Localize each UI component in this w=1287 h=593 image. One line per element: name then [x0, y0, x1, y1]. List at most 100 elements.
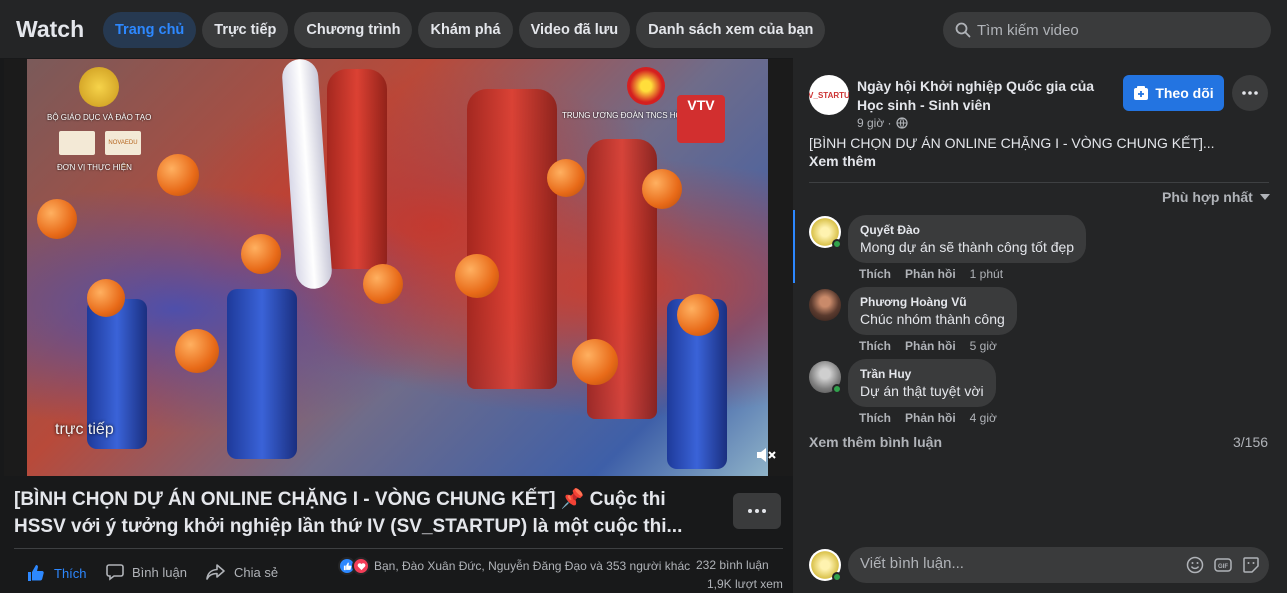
tab-home[interactable]: Trang chủ — [103, 12, 197, 48]
mute-icon[interactable] — [754, 443, 778, 467]
comment-time[interactable]: 4 giờ — [970, 411, 997, 425]
search-box[interactable] — [943, 12, 1271, 48]
comment-reply-button[interactable]: Phản hồi — [905, 267, 956, 281]
toy-ball — [241, 234, 281, 274]
follow-icon — [1134, 86, 1149, 100]
toy-ball — [547, 159, 585, 197]
love-reaction-icon — [352, 557, 370, 575]
comment-reply-button[interactable]: Phản hồi — [905, 411, 956, 425]
comment-composer[interactable]: GIF — [848, 547, 1269, 583]
comment-like-button[interactable]: Thích — [859, 411, 891, 425]
caret-down-icon — [1259, 194, 1270, 200]
comment-bubble: Quyết Đào Mong dự án sẽ thành công tốt đ… — [848, 215, 1087, 263]
video-more-button[interactable] — [733, 493, 781, 529]
toy-ball — [455, 254, 499, 298]
divider — [809, 182, 1269, 183]
post-text: [BÌNH CHỌN DỰ ÁN ONLINE CHẶNG I - VÒNG C… — [809, 135, 1215, 151]
sponsor-caption: ĐƠN VỊ THỰC HIỆN — [57, 163, 132, 172]
comment-text: Dự án thật tuyệt vời — [860, 383, 984, 399]
share-button[interactable]: Chia sẻ — [206, 563, 278, 581]
sticker-icon[interactable] — [1242, 556, 1260, 574]
comment-count[interactable]: 232 bình luận — [696, 558, 769, 572]
comment-author[interactable]: Phương Hoàng Vũ — [860, 294, 1005, 310]
comments-counter: 3/156 — [1233, 434, 1269, 450]
comment-reply-button[interactable]: Phản hồi — [905, 339, 956, 353]
more-icon — [1242, 91, 1258, 95]
video-frame[interactable]: BỘ GIÁO DỤC VÀ ĐÀO TẠO NOVAEDU VN ĐƠN VỊ… — [27, 59, 768, 476]
online-indicator — [832, 572, 842, 582]
search-input[interactable] — [977, 21, 1257, 39]
comment-like-button[interactable]: Thích — [859, 267, 891, 281]
globe-icon — [895, 117, 908, 129]
comment-actions: Thích Phản hồi 1 phút — [859, 267, 1003, 281]
toy-ball — [157, 154, 199, 196]
page-name[interactable]: Ngày hội Khởi nghiệp Quốc gia của Học si… — [857, 77, 1119, 115]
sponsor-logo-icon — [59, 131, 95, 155]
comment-input[interactable] — [860, 555, 1160, 572]
toy-ball — [642, 169, 682, 209]
ministry-logo-icon — [79, 67, 119, 107]
comment-label: Bình luận — [132, 564, 187, 580]
view-count: 1,9K lượt xem — [707, 577, 783, 591]
panel-more-button[interactable] — [1232, 75, 1268, 111]
tab-bar: Trang chủ Trực tiếp Chương trình Khám ph… — [103, 12, 826, 48]
search-icon — [955, 22, 971, 38]
page-avatar[interactable]: SV_STARTUP — [809, 75, 849, 115]
toy-figure — [227, 289, 297, 459]
sponsor-logo: NOVAEDU VN — [105, 131, 141, 170]
video-title[interactable]: [BÌNH CHỌN DỰ ÁN ONLINE CHẶNG I - VÒNG C… — [14, 486, 714, 540]
tab-saved-videos[interactable]: Video đã lưu — [518, 12, 631, 48]
post-time-text: 9 giờ · — [857, 116, 892, 130]
comment-text: Mong dự án sẽ thành công tốt đẹp — [860, 239, 1075, 255]
share-label: Chia sẻ — [234, 564, 279, 580]
emoji-icon[interactable] — [1186, 556, 1204, 574]
page-title: Watch — [16, 16, 85, 42]
toy-ball — [175, 329, 219, 373]
youth-union-logo-icon — [627, 67, 665, 105]
svg-text:GIF: GIF — [1218, 564, 1228, 570]
tab-shows[interactable]: Chương trình — [294, 12, 413, 48]
toy-bottle — [327, 69, 387, 269]
thumbs-up-icon — [28, 565, 44, 581]
toy-ball — [572, 339, 618, 385]
toy-ball — [37, 199, 77, 239]
sort-dropdown[interactable]: Phù hợp nhất — [1162, 189, 1271, 205]
comment-bubble: Trần Huy Dự án thật tuyệt vời — [848, 359, 996, 407]
comment-button[interactable]: Bình luận — [106, 563, 187, 581]
tab-watchlist[interactable]: Danh sách xem của bạn — [636, 12, 826, 48]
ministry-caption: BỘ GIÁO DỤC VÀ ĐÀO TẠO — [47, 113, 152, 122]
comment-text: Chúc nhóm thành công — [860, 311, 1005, 327]
like-button[interactable]: Thích — [26, 563, 87, 583]
share-icon — [206, 564, 225, 580]
live-watermark: trực tiếp — [55, 421, 114, 438]
see-more-link[interactable]: Xem thêm — [809, 153, 876, 169]
new-comment-indicator — [793, 210, 795, 283]
follow-button[interactable]: Theo dõi — [1123, 75, 1224, 111]
gif-icon[interactable]: GIF — [1214, 556, 1232, 574]
comment-author[interactable]: Trần Huy — [860, 366, 984, 382]
comment-like-button[interactable]: Thích — [859, 339, 891, 353]
follow-label: Theo dõi — [1155, 85, 1214, 101]
toy-ball — [363, 264, 403, 304]
online-indicator — [832, 239, 842, 249]
comment-time[interactable]: 5 giờ — [970, 339, 997, 353]
comment-icon — [106, 564, 124, 581]
toy-tube — [281, 59, 333, 290]
view-more-comments-link[interactable]: Xem thêm bình luận — [809, 434, 942, 450]
post-time: 9 giờ · — [857, 116, 908, 130]
reactions-summary[interactable]: Bạn, Đào Xuân Đức, Nguyễn Đăng Đạo và 35… — [338, 557, 690, 575]
divider — [14, 548, 783, 549]
comment-actions: Thích Phản hồi 4 giờ — [859, 411, 997, 425]
sort-label: Phù hợp nhất — [1162, 189, 1253, 205]
toy-bottle — [467, 89, 557, 389]
comment-actions: Thích Phản hồi 5 giờ — [859, 339, 997, 353]
tab-live[interactable]: Trực tiếp — [202, 12, 289, 48]
tab-explore[interactable]: Khám phá — [418, 12, 513, 48]
reactions-text: Bạn, Đào Xuân Đức, Nguyễn Đăng Đạo và 35… — [374, 559, 691, 573]
channel-badge: VTV — [687, 97, 715, 113]
more-icon — [748, 509, 766, 513]
like-label: Thích — [54, 565, 87, 581]
comment-time[interactable]: 1 phút — [970, 267, 1003, 281]
avatar[interactable] — [809, 289, 841, 321]
comment-author[interactable]: Quyết Đào — [860, 222, 1074, 238]
